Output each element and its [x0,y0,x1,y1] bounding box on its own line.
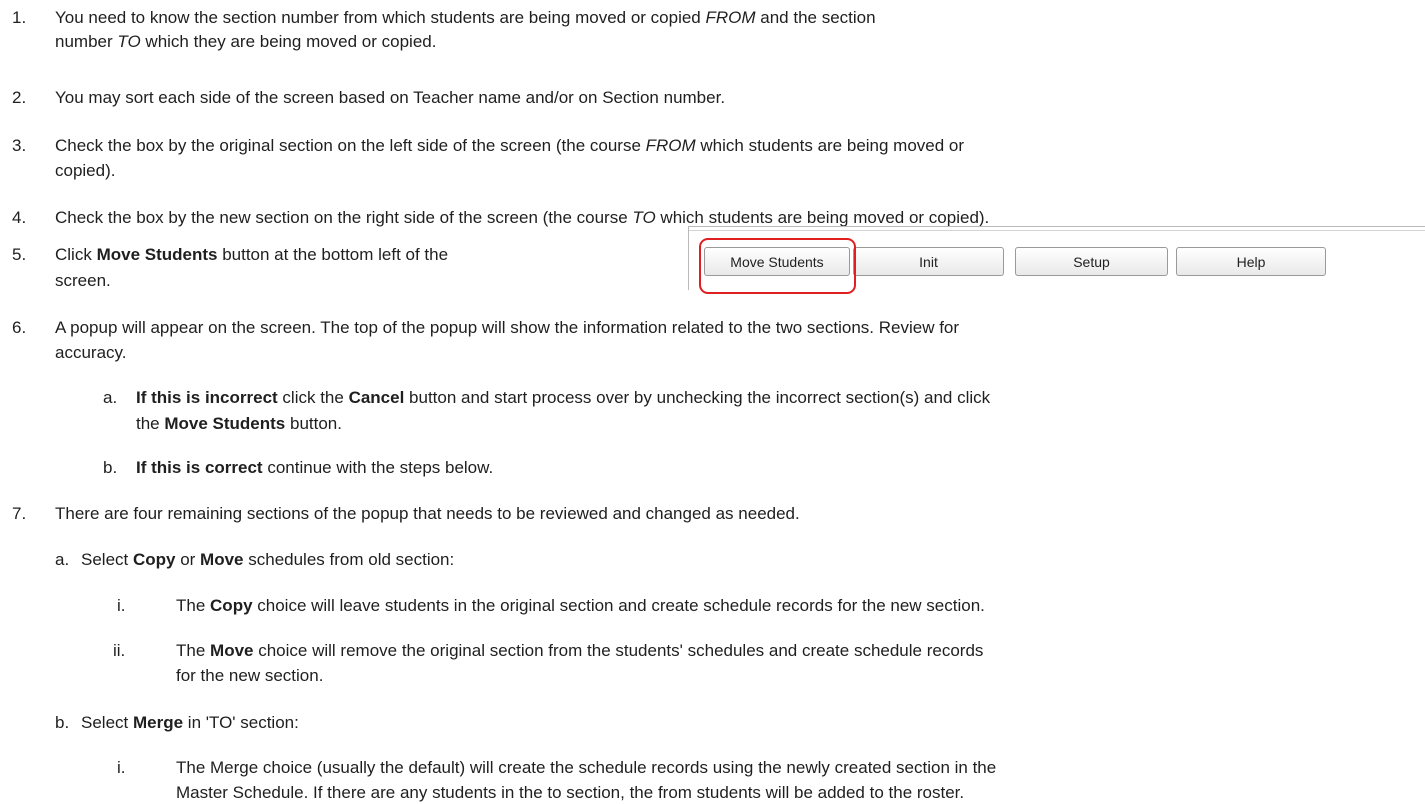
list-marker: 4. [12,208,27,227]
list-item-text: Check the box by the original section on… [55,135,964,157]
text-run: button at the bottom left of the [217,245,449,264]
list-item-text: The Move choice will remove the original… [176,640,983,662]
list-item-text: the Move Students button. [136,413,342,435]
text-run: for the new section. [176,666,324,685]
text-run: which students are being moved or [695,136,965,155]
list-marker: i. [117,758,126,777]
text-run: There are four remaining sections of the… [55,504,800,523]
list-marker: ii. [113,641,126,660]
list-marker: 5. [12,245,27,264]
highlight-box [699,238,856,294]
text-run: in 'TO' section: [183,713,299,732]
list-marker: 2. [12,88,27,107]
list-marker: b. [103,458,118,477]
text-run: number [55,32,118,51]
list-item-text: You may sort each side of the screen bas… [55,87,725,109]
help-button[interactable]: Help [1176,247,1326,276]
bold-term: Copy [132,550,176,569]
list-marker: 7. [12,504,27,523]
list-item-text: Click Move Students button at the bottom… [55,244,448,266]
text-run: screen. [55,271,111,290]
text-run: which students are being moved or copied… [655,208,990,227]
list-item-text: Select Copy or Move schedules from old s… [81,549,454,571]
list-item-text: You need to know the section number from… [55,7,876,29]
bold-term: Move [200,550,244,569]
list-marker: 1. [12,8,27,27]
text-run: The [176,596,211,615]
text-run: button. [285,414,342,433]
list-marker: a. [55,550,70,569]
text-run: The Merge choice (usually the default) w… [176,758,997,777]
list-item-text: If this is incorrect click the Cancel bu… [136,387,990,409]
list-marker: a. [103,388,118,407]
text-run: Click [55,245,97,264]
text-run: the [136,414,165,433]
toolbar-screenshot: Move Students Init Setup Help [688,226,1425,294]
text-run: Check the box by the new section on the … [55,208,633,227]
list-marker: b. [55,713,70,732]
text-run: Check the box by the original section on… [55,136,646,155]
text-run: and the section [755,8,876,27]
text-run: which they are being moved or copied. [140,32,437,51]
init-button[interactable]: Init [853,247,1004,276]
text-run: copied). [55,161,116,180]
list-item-text: accuracy. [55,342,127,364]
toolbar-border [688,226,689,290]
text-run: click the [277,388,349,407]
text-run: You need to know the section number from… [55,8,706,27]
list-item-text: copied). [55,160,115,182]
text-run: A popup will appear on the screen. The t… [55,318,960,337]
text-run: Select [81,550,133,569]
italic-term: FROM [645,136,696,155]
bold-term: Copy [210,596,253,615]
list-item-text: If this is correct continue with the ste… [136,457,493,479]
list-item-text: for the new section. [176,665,323,687]
text-run: schedules from old section: [243,550,455,569]
list-marker: 6. [12,318,27,337]
list-item-text: screen. [55,270,111,292]
toolbar-border [688,226,1425,227]
text-run: button and start process over by uncheck… [404,388,991,407]
list-item-text: The Copy choice will leave students in t… [176,595,985,617]
list-marker: i. [117,596,126,615]
text-run: Master Schedule. If there are any studen… [176,783,965,802]
bold-term: Cancel [348,388,405,407]
bold-term: Move Students [96,245,218,264]
text-run: choice will remove the original section … [253,641,984,660]
list-item-text: A popup will appear on the screen. The t… [55,317,959,339]
italic-term: TO [632,208,656,227]
text-run: or [175,550,201,569]
setup-button[interactable]: Setup [1015,247,1168,276]
italic-term: TO [117,32,141,51]
list-item-text: There are four remaining sections of the… [55,503,800,525]
bold-term: Merge [132,713,184,732]
italic-term: FROM [705,8,756,27]
text-run: The [176,641,211,660]
text-run: accuracy. [55,343,127,362]
text-run: choice will leave students in the origin… [252,596,985,615]
bold-term: Move [210,641,254,660]
text-run: Select [81,713,133,732]
text-run: continue with the steps below. [262,458,494,477]
bold-term: If this is correct [136,458,263,477]
bold-term: Move Students [164,414,286,433]
list-marker: 3. [12,136,27,155]
list-item-text: number TO which they are being moved or … [55,31,436,53]
list-item-text: The Merge choice (usually the default) w… [176,757,996,779]
toolbar-border [688,230,1425,231]
list-item-text: Master Schedule. If there are any studen… [176,782,964,804]
text-run: You may sort each side of the screen bas… [55,88,726,107]
bold-term: If this is incorrect [136,388,278,407]
list-item-text: Select Merge in 'TO' section: [81,712,299,734]
